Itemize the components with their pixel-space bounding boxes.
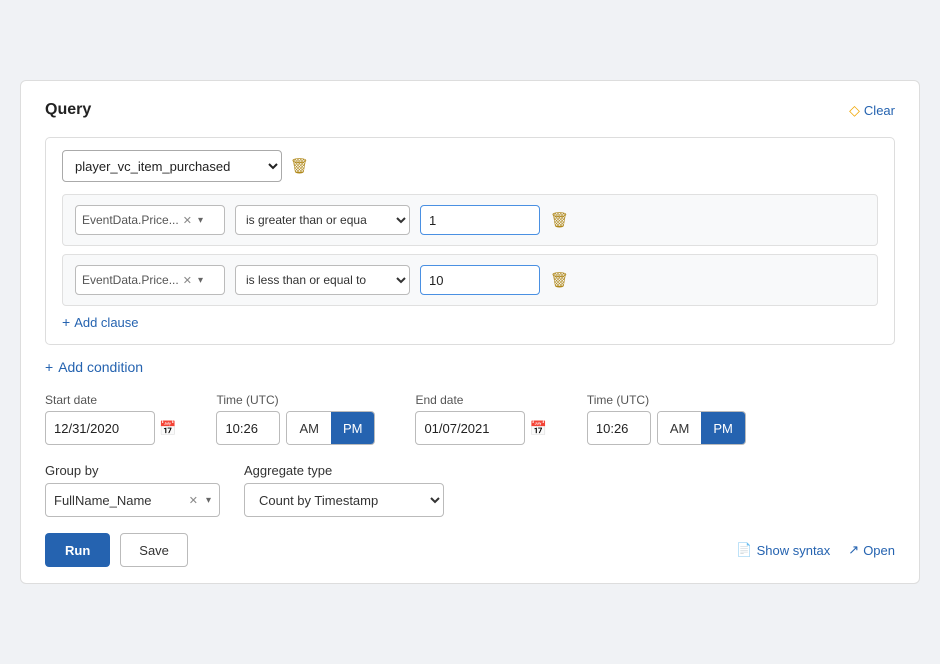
open-icon: ↗ [848,542,859,558]
footer-left: Run Save [45,533,188,567]
group-by-label: Group by [45,463,220,478]
end-pm-button[interactable]: PM [701,412,745,444]
add-clause-label: Add clause [74,315,138,330]
clear-label: Clear [864,103,895,118]
query-panel: Query ◇ Clear player_vc_item_purchased 🗑… [20,80,920,584]
value-input-1[interactable] [420,205,540,235]
add-condition-plus-icon: + [45,359,53,375]
group-by-value: FullName_Name [54,493,152,508]
event-select[interactable]: player_vc_item_purchased [62,150,282,182]
clear-icon: ◇ [849,102,860,119]
add-clause-button[interactable]: + Add clause [62,314,139,330]
start-date-label: Start date [45,393,176,407]
start-time-input[interactable] [216,411,280,445]
start-date-row: 📅 [45,411,176,445]
bottom-section: Group by FullName_Name ✕ ▾ Aggregate typ… [45,463,895,517]
clause-row-1: EventData.Price... ✕ ▾ is greater than o… [62,194,878,246]
value-input-2[interactable] [420,265,540,295]
save-button[interactable]: Save [120,533,188,567]
group-by-tag-x[interactable]: ✕ [189,494,198,507]
clause-trash-icon-2[interactable]: 🗑 [550,271,569,289]
end-time-label: Time (UTC) [587,393,746,407]
condition-block: player_vc_item_purchased 🗑 EventData.Pri… [45,137,895,345]
event-select-row: player_vc_item_purchased 🗑 [62,150,878,182]
clause-row-2: EventData.Price... ✕ ▾ is less than or e… [62,254,878,306]
group-by-section: Group by FullName_Name ✕ ▾ [45,463,220,517]
field-tag-x-2[interactable]: ✕ [183,274,192,287]
field-tag-2[interactable]: EventData.Price... ✕ ▾ [75,265,225,295]
add-clause-plus-icon: + [62,314,70,330]
field-tag-x-1[interactable]: ✕ [183,214,192,227]
field-tag-label-1: EventData.Price... [82,213,179,227]
footer: Run Save 📄 Show syntax ↗ Open [45,533,895,567]
field-tag-chevron-2[interactable]: ▾ [198,275,203,286]
panel-title: Query [45,101,91,119]
aggregate-label: Aggregate type [244,463,444,478]
start-ampm-group: AM PM [286,411,375,445]
open-label: Open [863,543,895,558]
aggregate-select[interactable]: Count by Timestamp Sum Average Count [244,483,444,517]
clear-button[interactable]: ◇ Clear [849,102,895,119]
start-pm-button[interactable]: PM [331,412,375,444]
operator-select-1[interactable]: is greater than or equa is less than or … [235,205,410,235]
show-syntax-icon: 📄 [736,542,752,558]
end-time-group: Time (UTC) AM PM [587,393,746,445]
end-date-input[interactable] [415,411,525,445]
panel-header: Query ◇ Clear [45,101,895,119]
run-button[interactable]: Run [45,533,110,567]
start-date-calendar-icon[interactable]: 📅 [159,420,176,437]
operator-select-2[interactable]: is less than or equal to is greater than… [235,265,410,295]
footer-right: 📄 Show syntax ↗ Open [736,542,895,558]
end-date-label: End date [415,393,546,407]
field-tag-1[interactable]: EventData.Price... ✕ ▾ [75,205,225,235]
start-time-group: Time (UTC) AM PM [216,393,375,445]
end-ampm-group: AM PM [657,411,746,445]
add-condition-button[interactable]: + Add condition [45,359,143,375]
group-by-tag-box[interactable]: FullName_Name ✕ ▾ [45,483,220,517]
end-date-row: 📅 [415,411,546,445]
aggregate-section: Aggregate type Count by Timestamp Sum Av… [244,463,444,517]
end-date-group: End date 📅 [415,393,546,445]
end-am-button[interactable]: AM [658,412,702,444]
start-time-row: AM PM [216,411,375,445]
add-condition-label: Add condition [58,359,143,375]
open-button[interactable]: ↗ Open [848,542,895,558]
group-by-tag-chevron[interactable]: ▾ [206,495,211,506]
clause-trash-icon-1[interactable]: 🗑 [550,211,569,229]
start-am-button[interactable]: AM [287,412,331,444]
field-tag-label-2: EventData.Price... [82,273,179,287]
end-time-row: AM PM [587,411,746,445]
start-date-group: Start date 📅 [45,393,176,445]
event-trash-icon[interactable]: 🗑 [290,157,309,175]
show-syntax-button[interactable]: 📄 Show syntax [736,542,830,558]
show-syntax-label: Show syntax [757,543,831,558]
datetime-section: Start date 📅 Time (UTC) AM PM End date 📅 [45,393,895,445]
end-date-calendar-icon[interactable]: 📅 [529,420,546,437]
end-time-input[interactable] [587,411,651,445]
start-time-label: Time (UTC) [216,393,375,407]
start-date-input[interactable] [45,411,155,445]
field-tag-chevron-1[interactable]: ▾ [198,215,203,226]
